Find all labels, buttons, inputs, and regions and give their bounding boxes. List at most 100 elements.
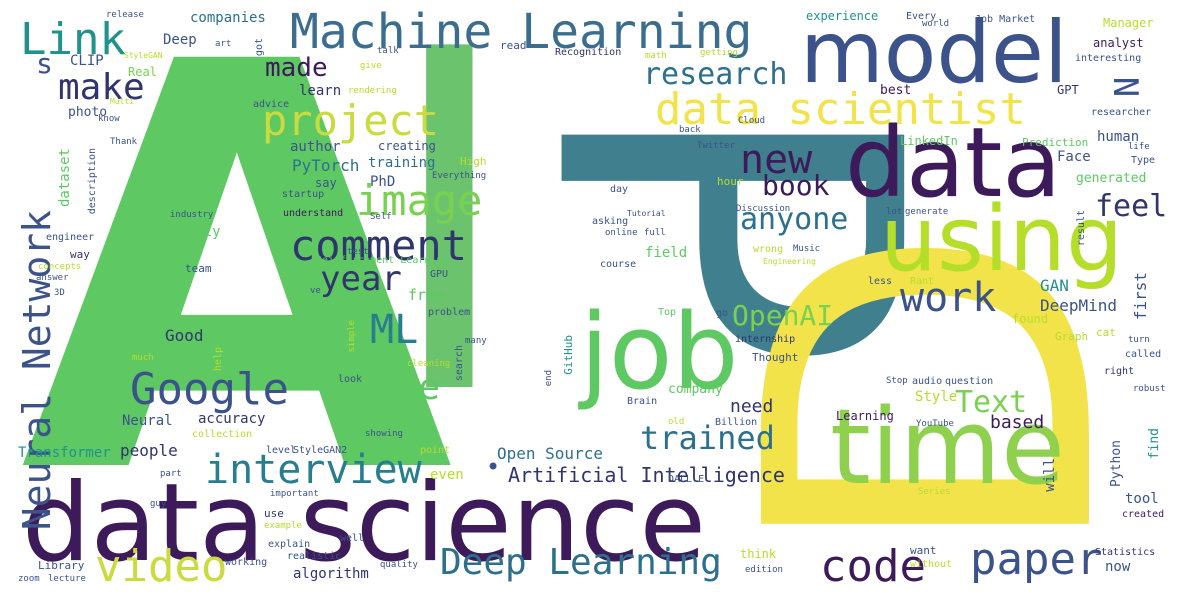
- word-course: course: [600, 259, 637, 270]
- word-search: search: [454, 345, 465, 382]
- word-team: team: [185, 262, 212, 275]
- word-generated: generated: [1076, 171, 1147, 186]
- word-many: many: [465, 336, 487, 346]
- word-creating: creating: [378, 139, 436, 153]
- word-math: math: [645, 51, 667, 61]
- word-give: give: [360, 61, 382, 71]
- word-say: say: [315, 176, 337, 190]
- word-read: read: [500, 39, 527, 52]
- word-engineering: Engineering: [763, 257, 816, 266]
- word-art: art: [215, 39, 232, 49]
- word-without: without: [910, 559, 953, 570]
- word-cleaning: cleaning: [407, 359, 451, 369]
- word-edition: edition: [745, 565, 783, 575]
- word-hour: hour: [717, 175, 744, 188]
- word-old: old: [668, 417, 685, 427]
- word-3d: 3D: [54, 288, 65, 298]
- word-well: well: [340, 533, 365, 544]
- word-style: Style: [915, 389, 958, 405]
- word-cat: cat: [1096, 326, 1116, 339]
- word-know: know: [98, 114, 120, 124]
- word-much: much: [132, 353, 154, 363]
- word-real: Real: [128, 65, 157, 79]
- word-internship: internship: [735, 334, 796, 345]
- word-robust: robust: [1133, 384, 1166, 394]
- word-turn: turn: [1128, 335, 1150, 345]
- word-python: Python: [1109, 440, 1124, 487]
- word-field: field: [645, 245, 688, 261]
- word-explain: explain: [268, 539, 311, 550]
- word-online: online: [605, 228, 638, 238]
- word-really: really: [170, 224, 221, 240]
- word-billion: Billion: [715, 417, 758, 428]
- word-day: day: [610, 184, 629, 195]
- word-getting: getting: [700, 48, 738, 58]
- word-industry: industry: [170, 210, 214, 220]
- word-way: way: [70, 248, 90, 261]
- word-collection: collection: [192, 429, 253, 440]
- word-everything: Everything: [432, 171, 487, 181]
- word-stylegan: StyleGAN: [124, 51, 163, 60]
- word-dall-e: DALL E: [668, 474, 705, 485]
- word-cloud: A I P D data science model data using ti…: [0, 0, 1182, 602]
- word-open-source: Open Source: [497, 444, 603, 463]
- word-author: author: [290, 139, 341, 155]
- word-created: created: [1122, 509, 1165, 520]
- word-linkedin: LinkedIn: [900, 134, 958, 148]
- word-graph: Graph: [1055, 330, 1089, 343]
- word-youtube: YouTube: [916, 419, 954, 429]
- word-use: use: [264, 507, 284, 520]
- word-type: Type: [1131, 155, 1156, 166]
- word-phd: PhD: [370, 174, 396, 190]
- word-music: Music: [793, 244, 821, 254]
- word-description: description: [87, 148, 98, 215]
- word-data-scientist: data scientist: [655, 84, 1026, 135]
- word-ml: ML: [370, 307, 419, 353]
- word-talk: talk: [377, 46, 399, 56]
- word-researcher: researcher: [1091, 107, 1152, 118]
- word-lecture: lecture: [48, 574, 86, 584]
- word-stylegan2: StyleGAN2: [293, 445, 348, 456]
- word-pytorch: PyTorch: [292, 156, 360, 175]
- word-github: GitHub: [562, 335, 575, 375]
- word-analyst: analyst: [1093, 36, 1144, 50]
- word-s: s: [36, 47, 53, 80]
- word-google: Google: [130, 364, 289, 415]
- word-reinforcement-learning: Reinforcement Learning: [316, 255, 449, 266]
- word-look: look: [338, 374, 363, 385]
- word-interview: interview: [205, 447, 422, 493]
- word-got: got: [254, 38, 265, 57]
- word-discussion: Discussion: [736, 204, 791, 214]
- word-lot: lot: [886, 207, 903, 217]
- word-simple: simple: [347, 320, 357, 353]
- word-world: world: [922, 19, 950, 29]
- word-transformer: Transformer: [18, 445, 111, 461]
- word-realistic: realistic: [287, 551, 342, 562]
- word-dataset: dataset: [57, 148, 73, 208]
- word-question: question: [945, 376, 994, 387]
- word-part: part: [160, 469, 182, 479]
- word-twitter: Twitter: [697, 141, 735, 151]
- word-engineer: engineer: [46, 232, 95, 243]
- word-help: help: [213, 347, 224, 372]
- word-gan: GAN: [1040, 276, 1069, 295]
- word-rendering: rendering: [348, 86, 397, 96]
- word-year: year: [320, 259, 402, 299]
- word-end: end: [544, 370, 554, 387]
- word-right: right: [1104, 366, 1135, 377]
- word-guy: guy: [150, 499, 167, 509]
- word-people: people: [120, 441, 178, 460]
- word-face: Face: [1057, 149, 1091, 165]
- word-level: level: [266, 445, 297, 456]
- word-interesting: interesting: [1075, 53, 1142, 64]
- word-need: need: [730, 396, 774, 417]
- word-multi: Multi: [110, 97, 135, 106]
- word-deepmind: DeepMind: [1040, 296, 1118, 315]
- word-companies: companies: [190, 10, 266, 26]
- word-best: best: [880, 83, 912, 98]
- word-book: book: [762, 169, 830, 202]
- word-company: company: [668, 382, 723, 397]
- word-release: release: [106, 10, 144, 20]
- word-go: go: [716, 308, 729, 319]
- word-working: working: [225, 557, 268, 568]
